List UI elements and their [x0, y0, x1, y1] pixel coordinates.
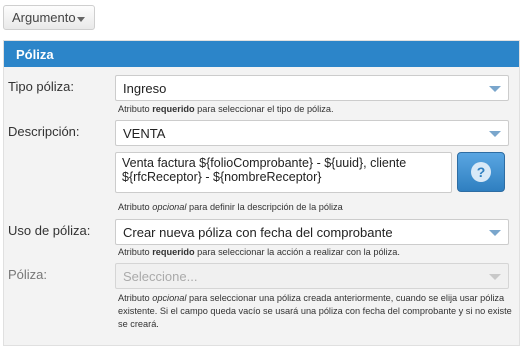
chevron-down-icon: [489, 230, 501, 236]
question-icon: ?: [471, 162, 491, 182]
tipo-poliza-value: Ingreso: [123, 80, 167, 96]
uso-poliza-value: Crear nueva póliza con fecha del comprob…: [123, 224, 393, 240]
poliza-hint: Atributo opcional para seleccionar una p…: [118, 293, 512, 329]
tipo-poliza-hint: Atributo requerido para seleccionar el t…: [118, 104, 334, 114]
poliza-panel: Póliza Tipo póliza: Ingreso Atributo req…: [3, 40, 520, 346]
uso-poliza-hint: Atributo requerido para seleccionar la a…: [118, 247, 400, 257]
poliza-select[interactable]: Seleccione...: [115, 263, 509, 289]
descripcion-value: VENTA: [123, 125, 166, 141]
tipo-poliza-label: Tipo póliza:: [8, 79, 74, 94]
panel-title: Póliza: [16, 46, 54, 62]
chevron-down-icon: [489, 274, 501, 280]
tipo-poliza-select[interactable]: Ingreso: [115, 75, 509, 101]
uso-poliza-label: Uso de póliza:: [8, 223, 91, 238]
panel-header: Póliza: [4, 41, 519, 67]
descripcion-select[interactable]: VENTA: [115, 120, 509, 146]
argument-dropdown-button[interactable]: Argumento: [3, 5, 95, 30]
descripcion-text-line-1: Venta factura ${folioComprobante} - ${uu…: [122, 156, 407, 170]
descripcion-textarea[interactable]: Venta factura ${folioComprobante} - ${uu…: [115, 152, 452, 193]
uso-poliza-select[interactable]: Crear nueva póliza con fecha del comprob…: [115, 219, 509, 245]
chevron-down-icon: [489, 86, 501, 92]
help-button[interactable]: ?: [457, 152, 505, 192]
chevron-down-icon: [489, 131, 501, 137]
descripcion-label: Descripción:: [8, 124, 80, 139]
descripcion-hint: Atributo opcional para definir la descri…: [118, 202, 343, 212]
caret-down-icon: [77, 17, 85, 22]
descripcion-text-line-2: ${rfcReceptor} - ${nombreReceptor}: [122, 170, 322, 184]
argument-button-label: Argumento: [12, 10, 76, 25]
poliza-placeholder: Seleccione...: [123, 268, 198, 284]
poliza-label: Póliza:: [8, 267, 48, 282]
